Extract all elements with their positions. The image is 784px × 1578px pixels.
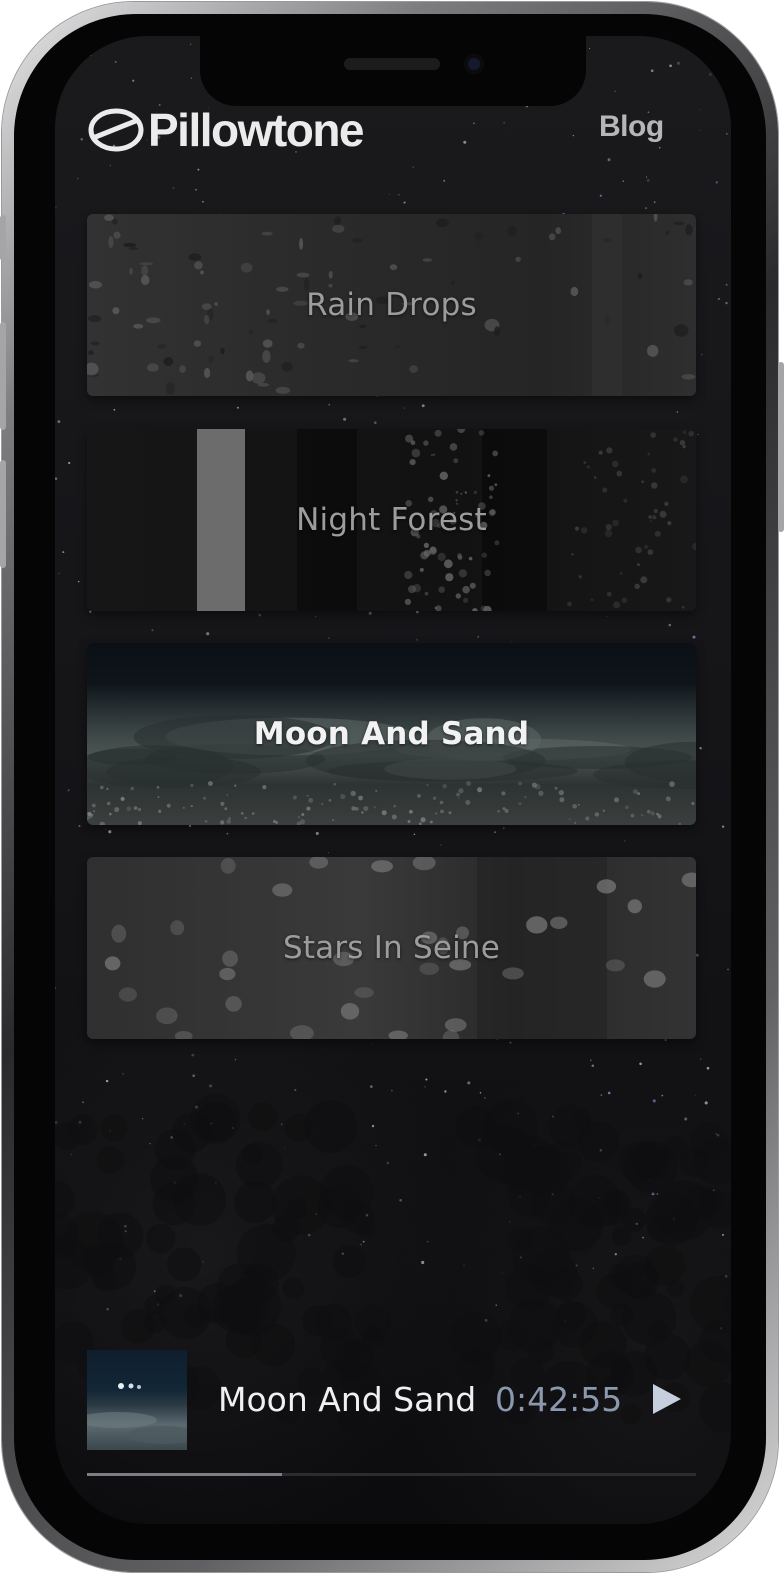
brand-name: Pillowtone <box>148 104 365 156</box>
now-playing-title: Moon And Sand <box>218 1380 477 1419</box>
power-button <box>778 362 784 532</box>
app-screen: Pillowtone Blog Rain Drops Night Forest … <box>55 36 731 1524</box>
playback-time: 0:42:55 <box>495 1380 623 1419</box>
now-playing-thumbnail <box>87 1350 187 1450</box>
silent-switch <box>0 215 6 261</box>
progress-fill <box>87 1473 282 1476</box>
track-card-moon-and-sand[interactable]: Moon And Sand <box>87 643 696 825</box>
now-playing-bar: Moon And Sand 0:42:55 <box>87 1350 696 1450</box>
volume-down-button <box>0 460 6 568</box>
brand-logo[interactable]: Pillowtone <box>88 102 365 158</box>
front-camera <box>464 54 484 74</box>
track-card-stars-in-seine[interactable]: Stars In Seine <box>87 857 696 1039</box>
track-title: Stars In Seine <box>282 930 501 966</box>
play-icon[interactable] <box>651 1382 683 1416</box>
earpiece-speaker <box>344 58 440 70</box>
track-card-rain-drops[interactable]: Rain Drops <box>87 214 696 396</box>
pill-logo-icon <box>88 108 144 152</box>
progress-bar[interactable] <box>87 1473 696 1476</box>
volume-up-button <box>0 322 6 430</box>
track-title: Night Forest <box>296 502 487 538</box>
track-title: Moon And Sand <box>253 716 530 752</box>
nav-blog-link[interactable]: Blog <box>599 110 664 144</box>
device-notch <box>200 36 586 106</box>
track-card-night-forest[interactable]: Night Forest <box>87 429 696 611</box>
track-title: Rain Drops <box>306 287 477 323</box>
